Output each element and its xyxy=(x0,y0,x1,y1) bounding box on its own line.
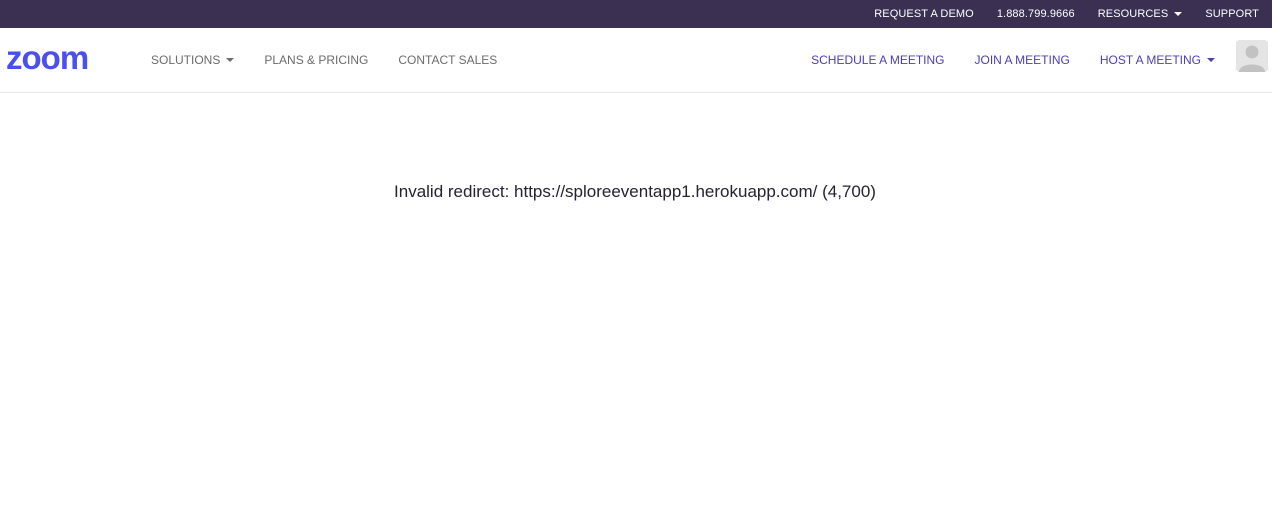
primary-nav: SOLUTIONS PLANS & PRICING CONTACT SALES xyxy=(151,28,497,92)
join-meeting-link[interactable]: JOIN A MEETING xyxy=(975,53,1070,67)
user-avatar[interactable] xyxy=(1236,40,1268,72)
error-message: Invalid redirect: https://sploreeventapp… xyxy=(394,182,876,201)
top-utility-links: REQUEST A DEMO 1.888.799.9666 RESOURCES … xyxy=(874,0,1259,28)
schedule-meeting-link[interactable]: SCHEDULE A MEETING xyxy=(811,53,944,67)
chevron-down-icon xyxy=(1174,12,1183,16)
support-link[interactable]: SUPPORT xyxy=(1205,8,1259,20)
solutions-label: SOLUTIONS xyxy=(151,53,221,67)
host-meeting-label: HOST A MEETING xyxy=(1099,53,1201,67)
host-meeting-menu[interactable]: HOST A MEETING xyxy=(1100,53,1215,67)
zoom-logo[interactable]: zoom xyxy=(6,39,117,77)
plans-pricing-link[interactable]: PLANS & PRICING xyxy=(264,53,368,67)
main-content: Invalid redirect: https://sploreeventapp… xyxy=(0,93,1272,506)
chevron-down-icon xyxy=(226,58,235,62)
top-utility-bar: REQUEST A DEMO 1.888.799.9666 RESOURCES … xyxy=(0,0,1272,28)
resources-menu[interactable]: RESOURCES xyxy=(1098,8,1183,20)
zoom-logo-text: zoom xyxy=(6,45,88,72)
main-navbar: zoom SOLUTIONS PLANS & PRICING CONTACT S… xyxy=(0,28,1272,93)
request-demo-link[interactable]: REQUEST A DEMO xyxy=(874,8,974,20)
meeting-actions-nav: SCHEDULE A MEETING JOIN A MEETING HOST A… xyxy=(811,28,1215,92)
phone-number-link[interactable]: 1.888.799.9666 xyxy=(997,8,1075,20)
chevron-down-icon xyxy=(1207,58,1215,62)
user-avatar-icon xyxy=(1236,40,1268,72)
contact-sales-link[interactable]: CONTACT SALES xyxy=(398,53,497,67)
zoom-logo-icon: zoom xyxy=(6,39,89,76)
resources-label: RESOURCES xyxy=(1097,8,1169,20)
solutions-menu[interactable]: SOLUTIONS xyxy=(151,53,235,67)
